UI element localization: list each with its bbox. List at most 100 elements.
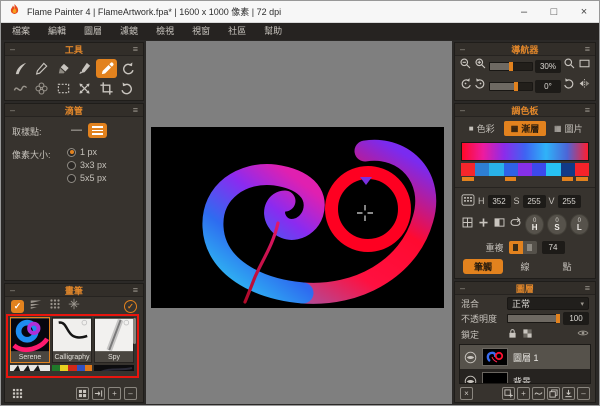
- menu-layer[interactable]: 圖層: [75, 23, 111, 40]
- mode-point-button[interactable]: 點: [547, 259, 587, 274]
- brush-list-scrollbar[interactable]: [133, 318, 136, 344]
- layer-visibility-eye-icon[interactable]: [464, 375, 477, 385]
- panel-menu-icon[interactable]: ≡: [133, 45, 138, 54]
- delete-layer-button[interactable]: –: [577, 387, 590, 400]
- gradient-swatch[interactable]: [489, 163, 503, 176]
- numeric-pad-icon[interactable]: [461, 194, 475, 208]
- particle-brush-filter-icon[interactable]: [67, 297, 81, 316]
- flame-brush-filter-checkbox[interactable]: ✓: [11, 300, 24, 313]
- gradient-swatch[interactable]: [518, 163, 532, 176]
- ribbon-brush-filter-icon[interactable]: [29, 297, 43, 316]
- clear-layer-button[interactable]: ×: [460, 387, 473, 400]
- panel-menu-icon[interactable]: ≡: [585, 45, 590, 54]
- menu-file[interactable]: 檔案: [3, 23, 39, 40]
- menu-community[interactable]: 社區: [219, 23, 255, 40]
- tab-color[interactable]: ■色彩: [461, 121, 502, 136]
- gradient-stop-marker[interactable]: [562, 177, 573, 181]
- sample-list-button[interactable]: [88, 123, 107, 138]
- duplicate-layer-button[interactable]: [547, 387, 560, 400]
- menu-filter[interactable]: 濾鏡: [111, 23, 147, 40]
- gradient-stop-marker[interactable]: [576, 177, 587, 181]
- eraser-tool-button[interactable]: [53, 59, 74, 78]
- value-value[interactable]: 255: [558, 195, 581, 208]
- gradient-preview-bar[interactable]: [461, 142, 589, 161]
- grid-mode-icon[interactable]: [461, 216, 474, 234]
- gradient-swatch[interactable]: [504, 163, 518, 176]
- brush-thumbnail-partial-3[interactable]: [94, 365, 134, 371]
- close-button[interactable]: ×: [569, 1, 599, 22]
- undo-icon[interactable]: [117, 59, 138, 78]
- move-tool-button[interactable]: [74, 79, 95, 98]
- crossfade-icon[interactable]: [477, 216, 490, 234]
- gradient-swatch[interactable]: [561, 163, 575, 176]
- minimize-button[interactable]: –: [509, 1, 539, 22]
- reset-rotation-icon[interactable]: [563, 77, 576, 95]
- gradient-swatch[interactable]: [575, 163, 589, 176]
- gradient-swatch[interactable]: [475, 163, 489, 176]
- eyedropper-tool-button[interactable]: [96, 59, 117, 78]
- radio-3x3px[interactable]: 3x3 px: [67, 160, 107, 170]
- menu-window[interactable]: 視窗: [183, 23, 219, 40]
- gradient-swatch[interactable]: [546, 163, 560, 176]
- hue-jitter-knob[interactable]: 0H: [525, 214, 544, 235]
- layer-visibility-eye-icon[interactable]: [464, 351, 477, 364]
- add-layer-button[interactable]: +: [517, 387, 530, 400]
- opacity-slider[interactable]: [507, 314, 559, 323]
- panel-menu-icon[interactable]: ≡: [585, 284, 590, 293]
- rotate-ccw-icon[interactable]: [459, 77, 472, 95]
- pencil-tool-button[interactable]: [31, 59, 52, 78]
- repeat-value[interactable]: 74: [542, 241, 565, 254]
- panel-menu-icon[interactable]: ≡: [585, 106, 590, 115]
- merge-down-button[interactable]: [562, 387, 575, 400]
- gradient-swatch[interactable]: [461, 163, 475, 176]
- layer-row-background[interactable]: 背景: [460, 369, 590, 384]
- canvas[interactable]: [151, 127, 444, 308]
- brush-card-spy[interactable]: Spy: [94, 317, 134, 363]
- new-layer-button[interactable]: [502, 387, 515, 400]
- canvas-workspace[interactable]: [146, 41, 452, 404]
- sample-dash-icon[interactable]: —: [71, 123, 82, 136]
- repeat-toggle[interactable]: [509, 241, 537, 254]
- saturation-value[interactable]: 255: [523, 195, 546, 208]
- vector-layer-button[interactable]: [532, 387, 545, 400]
- lightness-jitter-knob[interactable]: 0L: [570, 214, 589, 235]
- tab-gradient[interactable]: ▦漸層: [504, 121, 545, 136]
- brush-card-calligraphy[interactable]: Calligraphy: [52, 317, 92, 363]
- zoom-slider[interactable]: [489, 62, 533, 71]
- zoom-value[interactable]: 30%: [535, 60, 561, 73]
- repeat-toggle-on[interactable]: [509, 241, 523, 254]
- crop-tool-button[interactable]: [96, 79, 117, 98]
- opacity-value[interactable]: 100: [563, 312, 589, 325]
- gradient-stop-marker[interactable]: [462, 177, 473, 181]
- remove-brush-button[interactable]: –: [124, 387, 137, 400]
- mode-stroke-button[interactable]: 筆觸: [463, 259, 503, 274]
- add-brush-button[interactable]: +: [108, 387, 121, 400]
- rotate-cw-icon[interactable]: [474, 77, 487, 95]
- loop-icon[interactable]: [509, 216, 522, 234]
- gradient-swatch[interactable]: [532, 163, 546, 176]
- panel-menu-icon[interactable]: ≡: [133, 106, 138, 115]
- brush-export-button[interactable]: [92, 387, 105, 400]
- brush-thumbnail-size-button[interactable]: [76, 387, 89, 400]
- fill-tool-button[interactable]: [74, 59, 95, 78]
- dots-brush-filter-icon[interactable]: [48, 297, 62, 316]
- menu-view[interactable]: 檢視: [147, 23, 183, 40]
- eye-icon[interactable]: [577, 327, 589, 341]
- blur-tool-button[interactable]: [31, 79, 52, 98]
- select-tool-button[interactable]: [53, 79, 74, 98]
- zoom-in-icon[interactable]: [474, 57, 487, 75]
- flip-horizontal-icon[interactable]: [578, 77, 591, 95]
- brush-confirm-check-icon[interactable]: ✓: [124, 300, 137, 313]
- brush-grid-view-icon[interactable]: [11, 387, 24, 400]
- zoom-out-icon[interactable]: [459, 57, 472, 75]
- maximize-button[interactable]: □: [539, 1, 569, 22]
- curve-tool-button[interactable]: [10, 79, 31, 98]
- mode-line-button[interactable]: 線: [505, 259, 545, 274]
- magnifier-icon[interactable]: [563, 57, 576, 75]
- layer-row-layer1[interactable]: 圖層 1: [460, 345, 590, 369]
- redo-icon[interactable]: [117, 79, 138, 98]
- blend-mode-select[interactable]: 正常▾: [507, 297, 589, 310]
- brush-card-serene[interactable]: Serene: [10, 317, 50, 363]
- rotation-slider[interactable]: [489, 82, 533, 91]
- contrast-icon[interactable]: [493, 216, 506, 234]
